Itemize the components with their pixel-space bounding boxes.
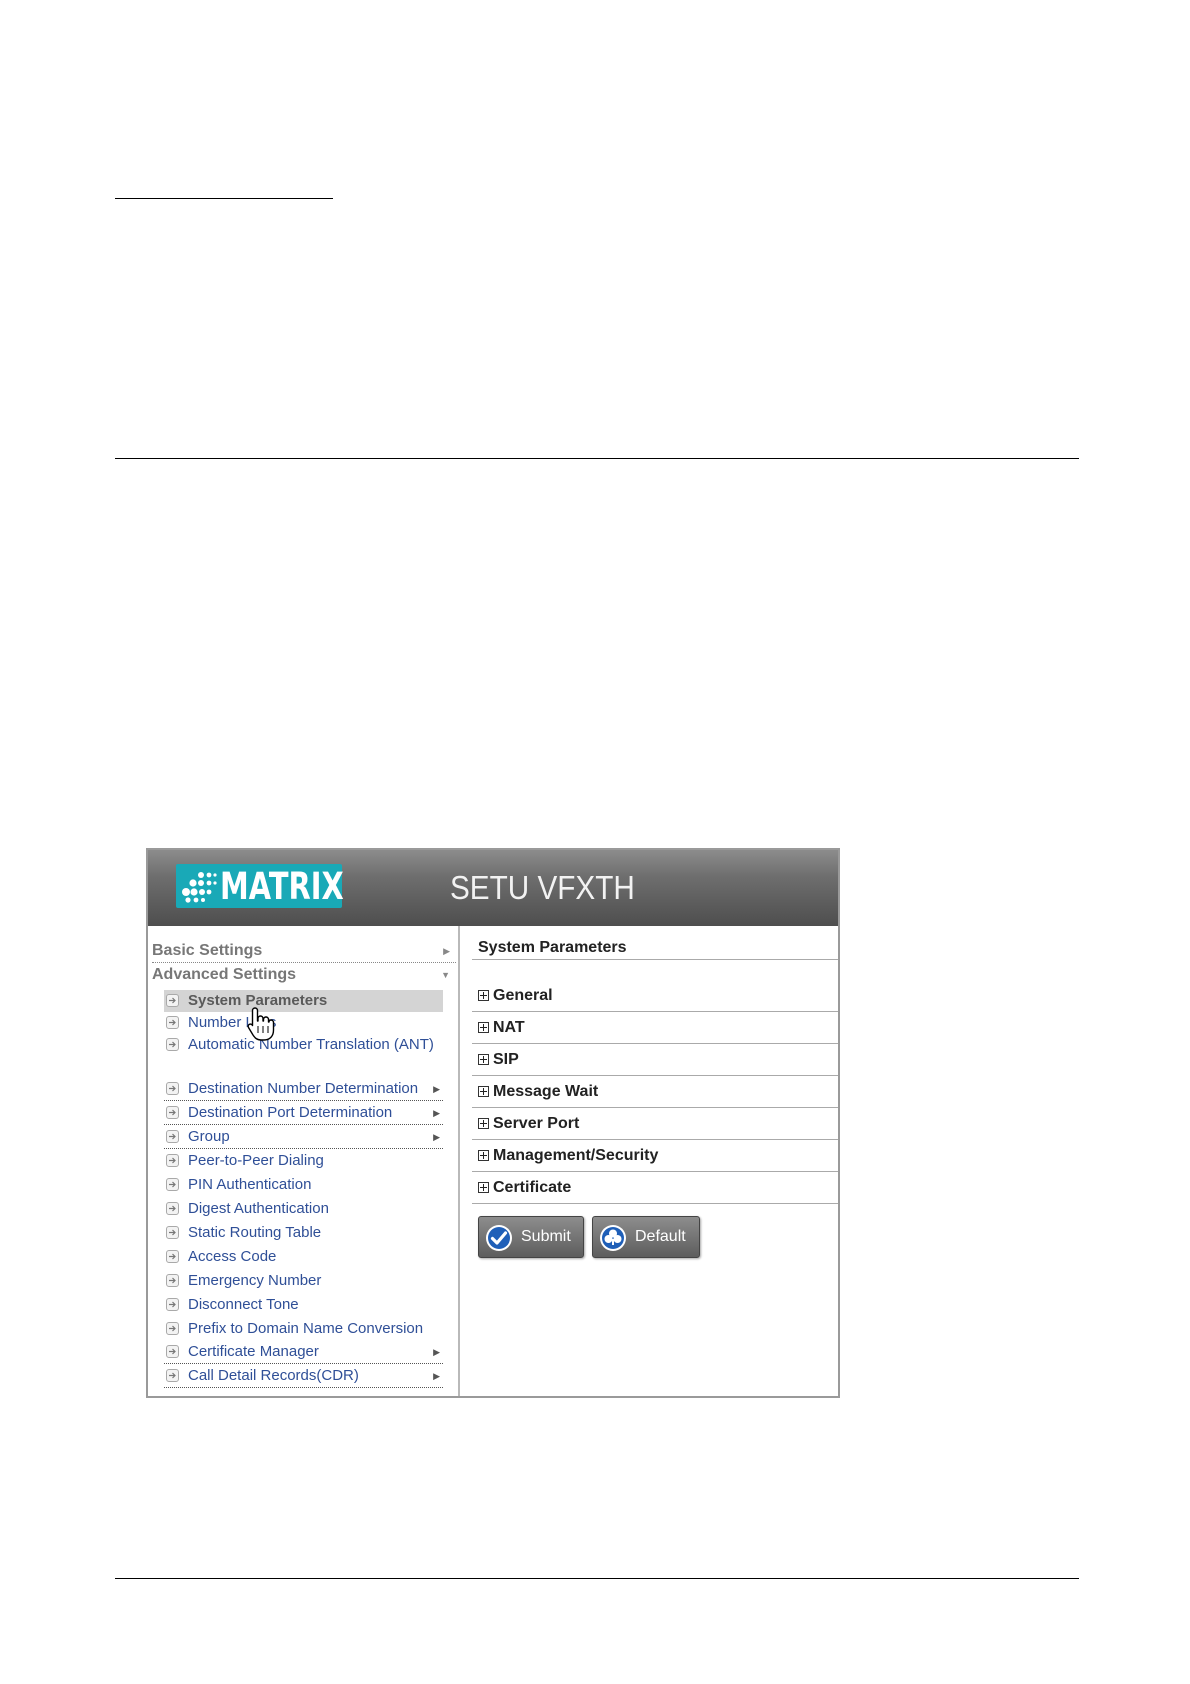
clover-icon (600, 1225, 626, 1251)
sidebar-item-label: Call Detail Records(CDR) (188, 1367, 359, 1384)
sidebar-item-label: Peer-to-Peer Dialing (188, 1152, 324, 1169)
submit-button-label: Submit (521, 1228, 571, 1245)
document-rule-short (115, 198, 333, 199)
sidebar-section-label: Advanced Settings (152, 966, 297, 983)
section-certificate[interactable]: Certificate (472, 1172, 838, 1204)
sidebar-item-disconnect-tone[interactable]: Disconnect Tone (164, 1294, 443, 1316)
app-header: MATRIX SETU VFXTH (148, 850, 838, 926)
sidebar-item-label: Automatic Number Translation (ANT) (188, 1036, 434, 1053)
matrix-logo: MATRIX (176, 864, 344, 908)
arrow-right-icon: ▶ (443, 946, 450, 956)
arrow-circle-icon (166, 1369, 179, 1382)
arrow-circle-icon (166, 1226, 179, 1239)
sidebar-item-pin-authentication[interactable]: PIN Authentication (164, 1174, 443, 1196)
sidebar-item-label: Digest Authentication (188, 1200, 329, 1217)
sidebar-item-digest-authentication[interactable]: Digest Authentication (164, 1198, 443, 1220)
submenu-arrow-icon: ▶ (433, 1108, 440, 1118)
submenu-arrow-icon: ▶ (433, 1371, 440, 1381)
sidebar-item-destination-number-determination[interactable]: Destination Number Determination ▶ (164, 1078, 443, 1101)
hand-cursor-icon (247, 1007, 275, 1041)
product-title: SETU VFXTH (450, 869, 635, 906)
arrow-circle-icon (166, 1322, 179, 1335)
section-nat[interactable]: NAT (472, 1012, 838, 1044)
sidebar-item-label: Access Code (188, 1248, 277, 1265)
sidebar-item-automatic-number-translation[interactable]: Automatic Number Translation (ANT) (164, 1034, 443, 1078)
expand-plus-icon (478, 1118, 489, 1129)
submenu-arrow-icon: ▶ (433, 1132, 440, 1142)
arrow-circle-icon (166, 1202, 179, 1215)
sidebar-item-label: Destination Port Determination (188, 1104, 393, 1121)
sidebar-section-label: Basic Settings (152, 942, 263, 959)
arrow-circle-icon (166, 1082, 179, 1095)
expand-plus-icon (478, 1054, 489, 1065)
sidebar-section-advanced-settings[interactable]: Advanced Settings ▼ (152, 964, 456, 986)
arrow-circle-icon (166, 1106, 179, 1119)
sidebar-item-group[interactable]: Group ▶ (164, 1126, 443, 1149)
app-window: MATRIX SETU VFXTH Basic Settings ▶ Advan… (146, 848, 840, 1398)
arrow-down-icon: ▼ (441, 970, 450, 980)
section-label: General (493, 987, 553, 1004)
page-title: System Parameters (472, 936, 838, 960)
sidebar-item-label: Emergency Number (188, 1272, 322, 1289)
expand-plus-icon (478, 1086, 489, 1097)
sidebar-item-number-lists[interactable]: Number Lists (164, 1012, 443, 1034)
sidebar-item-access-code[interactable]: Access Code (164, 1246, 443, 1268)
arrow-circle-icon (166, 994, 179, 1007)
submit-button[interactable]: Submit (478, 1216, 584, 1258)
section-general[interactable]: General (472, 980, 838, 1012)
sidebar-item-system-parameters[interactable]: System Parameters (164, 990, 443, 1012)
submenu-arrow-icon: ▶ (433, 1347, 440, 1357)
document-rule-bottom (115, 1578, 1079, 1579)
submenu-arrow-icon: ▶ (433, 1084, 440, 1094)
arrow-circle-icon (166, 1038, 179, 1051)
arrow-circle-icon (166, 1250, 179, 1263)
section-label: Message Wait (493, 1083, 599, 1100)
sidebar-item-label: Destination Number Determination (188, 1080, 419, 1097)
section-label: Server Port (493, 1115, 580, 1132)
sidebar-section-basic-settings[interactable]: Basic Settings ▶ (152, 940, 456, 963)
section-message-wait[interactable]: Message Wait (472, 1076, 838, 1108)
default-button[interactable]: Default (592, 1216, 700, 1258)
section-label: Certificate (493, 1179, 572, 1196)
expand-plus-icon (478, 990, 489, 1001)
arrow-circle-icon (166, 1345, 179, 1358)
sidebar-item-call-detail-records[interactable]: Call Detail Records(CDR) ▶ (164, 1365, 443, 1388)
sidebar-item-peer-to-peer-dialing[interactable]: Peer-to-Peer Dialing (164, 1150, 443, 1172)
arrow-circle-icon (166, 1154, 179, 1167)
content-panel: System Parameters General NAT SIP Messag… (460, 926, 838, 1396)
checkmark-icon (486, 1225, 512, 1251)
section-server-port[interactable]: Server Port (472, 1108, 838, 1140)
sidebar-item-label: Static Routing Table (188, 1224, 322, 1241)
arrow-circle-icon (166, 1130, 179, 1143)
arrow-circle-icon (166, 1298, 179, 1311)
sidebar-item-label: PIN Authentication (188, 1176, 312, 1193)
expand-plus-icon (478, 1150, 489, 1161)
brand-name: MATRIX (220, 865, 344, 908)
sidebar-item-static-routing-table[interactable]: Static Routing Table (164, 1222, 443, 1244)
sidebar-item-label: Group (188, 1128, 230, 1145)
default-button-label: Default (635, 1228, 686, 1245)
expand-plus-icon (478, 1022, 489, 1033)
sidebar-item-prefix-to-domain-name-conversion[interactable]: Prefix to Domain Name Conversion (164, 1318, 443, 1340)
arrow-circle-icon (166, 1274, 179, 1287)
section-sip[interactable]: SIP (472, 1044, 838, 1076)
sidebar-item-certificate-manager[interactable]: Certificate Manager ▶ (164, 1341, 443, 1364)
expand-plus-icon (478, 1182, 489, 1193)
arrow-circle-icon (166, 1016, 179, 1029)
arrow-circle-icon (166, 1178, 179, 1191)
section-label: Management/Security (493, 1147, 659, 1164)
section-label: NAT (493, 1019, 525, 1036)
sidebar-item-label: Certificate Manager (188, 1343, 319, 1360)
section-label: SIP (493, 1051, 519, 1068)
sidebar-item-emergency-number[interactable]: Emergency Number (164, 1270, 443, 1292)
logo-dots-icon (182, 872, 217, 903)
sidebar-item-label: Prefix to Domain Name Conversion (188, 1320, 424, 1337)
sidebar: Basic Settings ▶ Advanced Settings ▼ Sys… (148, 926, 460, 1396)
document-rule-top (115, 458, 1079, 459)
sidebar-item-label: Disconnect Tone (188, 1296, 299, 1313)
section-management-security[interactable]: Management/Security (472, 1140, 838, 1172)
sidebar-item-destination-port-determination[interactable]: Destination Port Determination ▶ (164, 1102, 443, 1125)
